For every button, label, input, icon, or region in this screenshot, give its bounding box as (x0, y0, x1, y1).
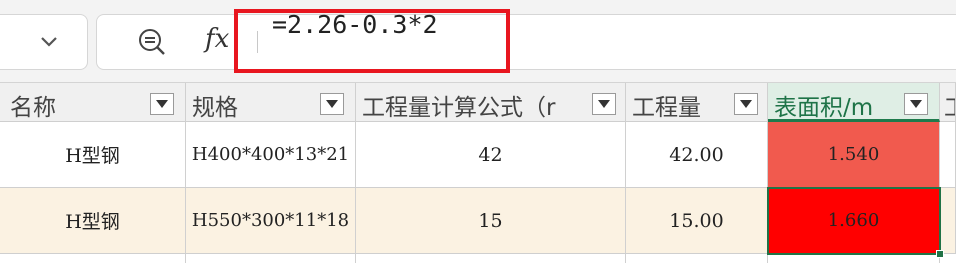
filter-dropdown-icon[interactable] (734, 93, 758, 115)
formula-bar-area: fx =2.26-0.3*2 (0, 0, 956, 82)
cell-empty[interactable] (0, 254, 186, 263)
table-row: H型钢 H400*400*13*21 42 42.00 1.540 (0, 122, 956, 188)
header-quantity[interactable]: 工程量 (626, 83, 768, 122)
active-cell-outline (767, 187, 941, 255)
filter-dropdown-icon[interactable] (592, 93, 616, 115)
cell-name[interactable]: H型钢 (0, 122, 186, 187)
header-name[interactable]: 名称 (0, 83, 186, 122)
filter-dropdown-icon[interactable] (904, 93, 928, 115)
header-label: 工程量 (632, 95, 701, 121)
filter-dropdown-icon[interactable] (150, 93, 174, 115)
header-label: 名称 (10, 95, 56, 121)
header-label: 规格 (192, 95, 238, 121)
cell-quantity[interactable]: 15.00 (626, 188, 768, 253)
filter-dropdown-icon[interactable] (320, 93, 344, 115)
header-next[interactable]: 工 (940, 83, 956, 122)
column-header-row: 名称 规格 工程量计算公式（r 工程量 表面积/m 工 (0, 82, 956, 122)
cell-empty[interactable] (356, 254, 626, 263)
formula-input-box[interactable]: fx (96, 14, 956, 70)
cell-empty[interactable] (626, 254, 768, 263)
cell-formula[interactable]: 15 (356, 188, 626, 253)
cell-surface-area[interactable]: 1.540 (768, 122, 940, 187)
fx-icon[interactable]: fx (205, 24, 229, 54)
header-spec[interactable]: 规格 (186, 83, 356, 122)
cell-quantity[interactable]: 42.00 (626, 122, 768, 187)
cell-empty[interactable] (768, 254, 940, 263)
name-box[interactable] (0, 14, 88, 70)
cell-next[interactable] (940, 188, 956, 253)
cell-spec[interactable]: H550*300*11*18 (186, 188, 356, 253)
header-label: 工 (944, 88, 955, 122)
header-label: 工程量计算公式（r (362, 95, 556, 121)
zoom-formula-icon[interactable] (137, 27, 167, 57)
cell-formula[interactable]: 42 (356, 122, 626, 187)
cell-empty[interactable] (186, 254, 356, 263)
cell-spec[interactable]: H400*400*13*21 (186, 122, 356, 187)
formula-highlight-box (234, 9, 510, 73)
cell-name[interactable]: H型钢 (0, 188, 186, 253)
header-formula[interactable]: 工程量计算公式（r (356, 83, 626, 122)
header-label: 表面积/m (774, 95, 874, 121)
cell-next[interactable] (940, 122, 956, 187)
table-row-partial (0, 254, 956, 263)
header-surface-area[interactable]: 表面积/m (768, 83, 940, 122)
fill-handle[interactable] (936, 250, 944, 258)
chevron-down-icon[interactable] (37, 29, 61, 53)
